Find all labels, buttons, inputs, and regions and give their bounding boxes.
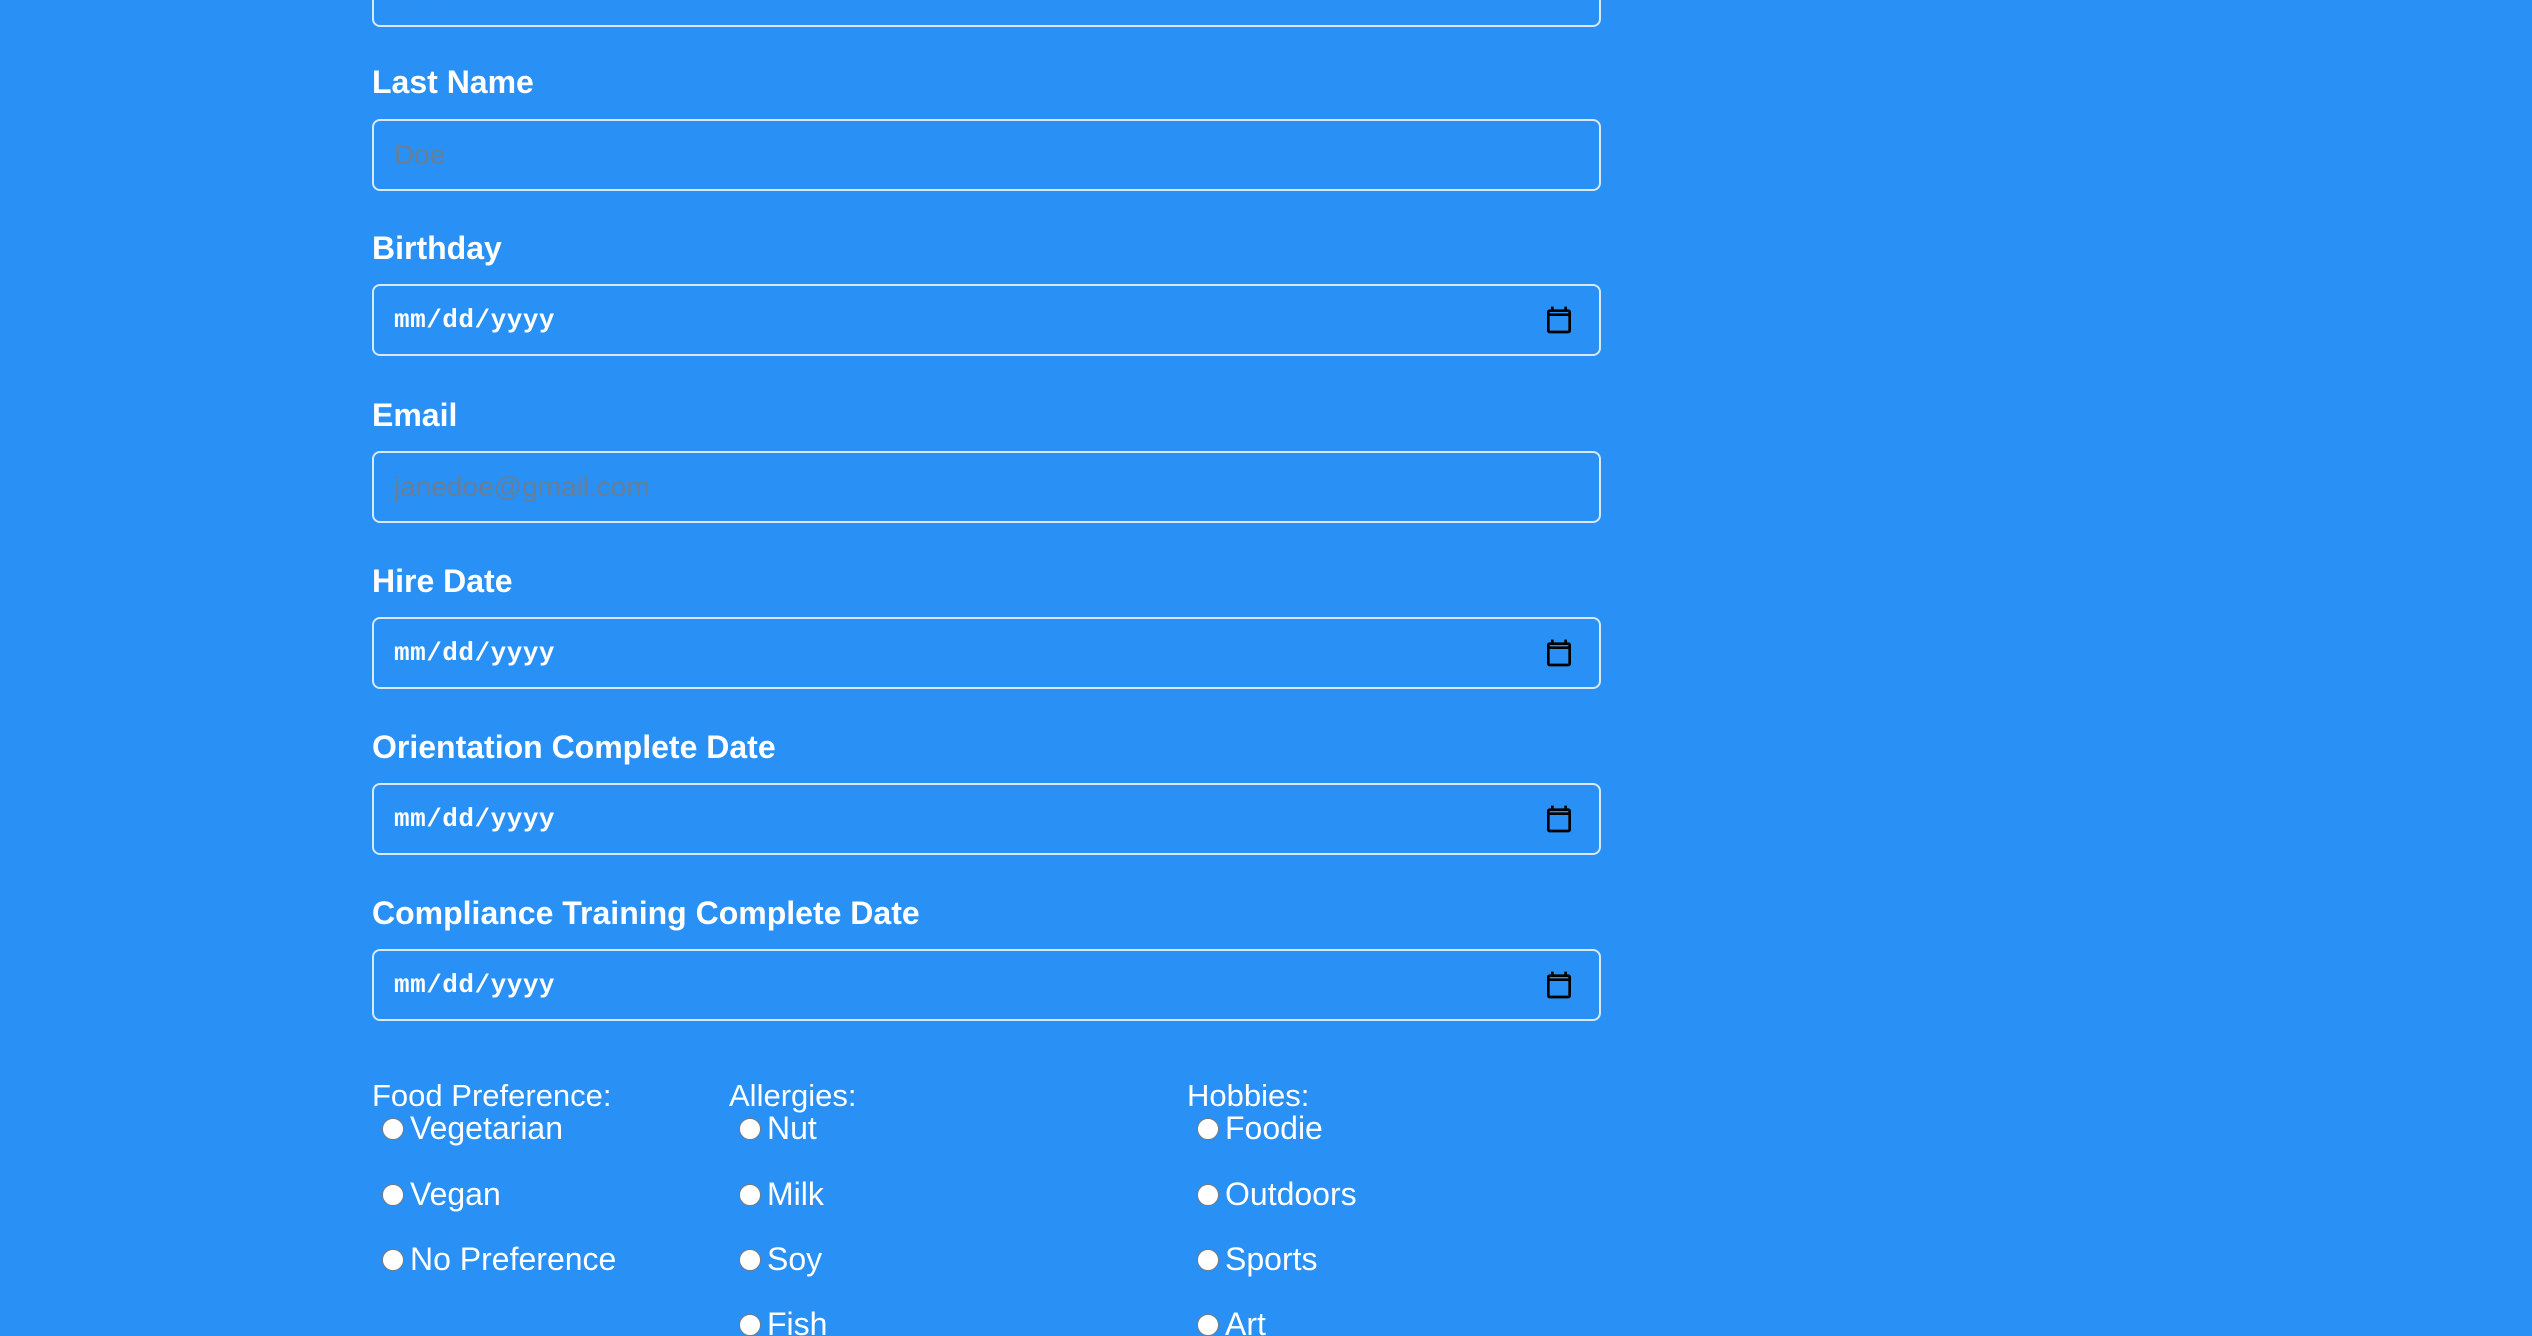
hire-date-label: Hire Date	[372, 563, 513, 599]
radio-button[interactable]	[1197, 1183, 1219, 1206]
first-name-input[interactable]	[372, 0, 1601, 27]
orientation-date-text: mm/dd/yyyy	[394, 804, 556, 834]
email-input[interactable]	[372, 451, 1601, 523]
radio-button[interactable]	[382, 1248, 404, 1271]
radio-button[interactable]	[739, 1117, 761, 1140]
option-label: Vegetarian	[410, 1110, 564, 1146]
option-label: Sports	[1225, 1241, 1318, 1277]
radio-button[interactable]	[1197, 1248, 1219, 1271]
employee-form-page: Last Name Birthday mm/dd/yyyy Email Hire…	[0, 0, 2532, 1336]
radio-button[interactable]	[382, 1117, 404, 1140]
option-label: Fish	[767, 1306, 828, 1336]
birthday-date-text: mm/dd/yyyy	[394, 305, 556, 335]
compliance-date-input[interactable]: mm/dd/yyyy	[372, 949, 1601, 1021]
hobby-option-outdoors[interactable]: Outdoors	[1187, 1176, 1357, 1213]
option-label: Nut	[767, 1110, 817, 1146]
hobby-option-foodie[interactable]: Foodie	[1187, 1110, 1323, 1147]
radio-button[interactable]	[739, 1313, 761, 1336]
orientation-date-label: Orientation Complete Date	[372, 729, 776, 765]
compliance-date-label: Compliance Training Complete Date	[372, 895, 920, 931]
orientation-date-input[interactable]: mm/dd/yyyy	[372, 783, 1601, 855]
radio-button[interactable]	[382, 1183, 404, 1206]
hobbies-title: Hobbies:	[1187, 1078, 1310, 1113]
birthday-date-input[interactable]: mm/dd/yyyy	[372, 284, 1601, 356]
radio-button[interactable]	[1197, 1313, 1219, 1336]
allergies-title: Allergies:	[729, 1078, 857, 1113]
calendar-icon[interactable]	[1543, 969, 1575, 1001]
option-label: Vegan	[410, 1176, 501, 1212]
hire-date-input[interactable]: mm/dd/yyyy	[372, 617, 1601, 689]
compliance-date-text: mm/dd/yyyy	[394, 970, 556, 1000]
allergy-option-soy[interactable]: Soy	[729, 1241, 822, 1278]
radio-button[interactable]	[739, 1248, 761, 1271]
food-option-no-preference[interactable]: No Preference	[372, 1241, 616, 1278]
last-name-input[interactable]	[372, 119, 1601, 191]
calendar-icon[interactable]	[1543, 637, 1575, 669]
email-label: Email	[372, 397, 458, 433]
last-name-label: Last Name	[372, 64, 534, 100]
hire-date-text: mm/dd/yyyy	[394, 638, 556, 668]
radio-button[interactable]	[739, 1183, 761, 1206]
option-label: Foodie	[1225, 1110, 1323, 1146]
option-label: Milk	[767, 1176, 824, 1212]
hobby-option-sports[interactable]: Sports	[1187, 1241, 1317, 1278]
hobby-option-art[interactable]: Art	[1187, 1306, 1266, 1336]
food-option-vegetarian[interactable]: Vegetarian	[372, 1110, 563, 1147]
option-label: Art	[1225, 1306, 1266, 1336]
allergy-option-fish[interactable]: Fish	[729, 1306, 827, 1336]
option-label: No Preference	[410, 1241, 617, 1277]
option-label: Outdoors	[1225, 1176, 1357, 1212]
option-label: Soy	[767, 1241, 823, 1277]
allergy-option-nut[interactable]: Nut	[729, 1110, 817, 1147]
birthday-label: Birthday	[372, 230, 502, 266]
food-option-vegan[interactable]: Vegan	[372, 1176, 501, 1213]
allergy-option-milk[interactable]: Milk	[729, 1176, 824, 1213]
calendar-icon[interactable]	[1543, 803, 1575, 835]
food-preference-title: Food Preference:	[372, 1078, 612, 1113]
calendar-icon[interactable]	[1543, 304, 1575, 336]
radio-button[interactable]	[1197, 1117, 1219, 1140]
